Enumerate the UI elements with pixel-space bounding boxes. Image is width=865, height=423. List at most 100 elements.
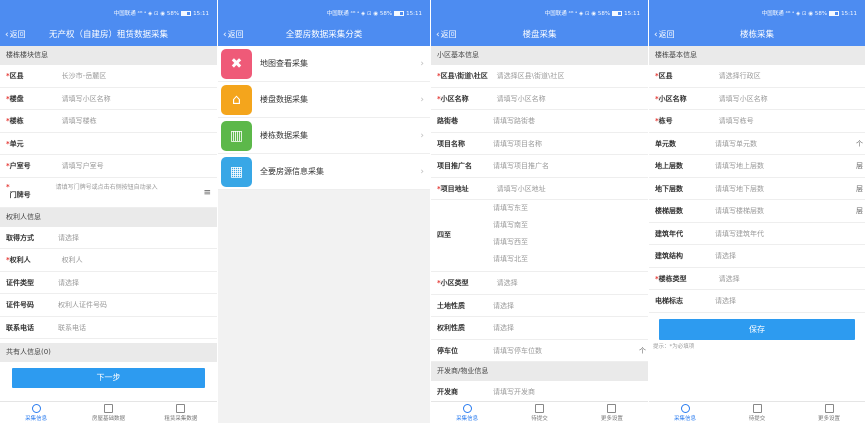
form-row[interactable]: *权利人 权利人 — [0, 249, 217, 272]
unit-label: 层 — [856, 207, 863, 215]
chevron-right-icon: › — [420, 166, 424, 177]
form-row[interactable]: 项目名称 请填写项目名称 — [431, 133, 648, 155]
page-title: 无产权（自建房）租赁数据采集 — [48, 30, 168, 40]
tab-item[interactable]: 房屋基础数据 — [72, 402, 144, 423]
form-row[interactable]: *单元 — [0, 133, 217, 155]
tab-item[interactable]: 租赁采集数据 — [145, 402, 217, 423]
page-title: 楼盘采集 — [522, 30, 557, 40]
section-header: 楼栋基本信息 — [649, 46, 865, 65]
house-icon: ⌂ — [221, 84, 252, 115]
screen-building-collection: 中国联通 ⁴ᴳ ᵃ ◈ ⊡ ◉ 58% 15:11 ‹返回 楼栋采集 楼栋基本信息… — [649, 0, 865, 423]
upload-icon — [607, 404, 617, 413]
form-row[interactable]: 单元数 请填写单元数个 — [649, 133, 865, 155]
form-row[interactable]: *小区名称 请填写小区名称 — [649, 88, 865, 110]
section-header: 小区基本信息 — [431, 46, 648, 65]
tab-item[interactable]: 更多设置 — [793, 402, 865, 423]
unit-label: 层 — [856, 184, 863, 193]
status-bar: 中国联通 ⁴ᴳ ᵃ ◈ ⊡ ◉ 58% 15:11 — [761, 11, 857, 17]
input-east[interactable]: 请填写东至 — [493, 200, 528, 217]
unit-label: 层 — [856, 162, 863, 170]
tab-bar: 采集信息 待提交 更多设置 — [431, 401, 648, 423]
battery-icon — [612, 11, 623, 16]
form-row[interactable]: *楼栋 请填写楼栋 — [0, 110, 217, 133]
unit-label: 个 — [639, 346, 646, 355]
tab-bar: 采集信息 房屋基础数据 租赁采集数据 — [0, 401, 217, 423]
form-row[interactable]: *小区名称 请填写小区名称 — [431, 88, 648, 110]
upload-icon — [824, 404, 834, 413]
form-row[interactable]: 路街巷 请填写路街巷 — [431, 110, 648, 133]
folder-icon — [752, 404, 762, 413]
status-bar: 中国联通 ⁴ᴳ ᵃ ◈ ⊡ ◉ 58% 15:11 — [113, 11, 209, 17]
form-row[interactable]: *小区类型 请选择 — [431, 272, 648, 295]
form-row[interactable]: 地上层数 请填写地上层数层 — [649, 155, 865, 178]
header: 中国联通 ⁴ᴳ ᵃ ◈ ⊡ ◉ 58% 15:11 ‹返回 全要房数据采集分类 — [218, 0, 430, 46]
form-row[interactable]: *项目地址 请填写小区地址 — [431, 178, 648, 200]
input-south[interactable]: 请填写南至 — [493, 217, 528, 234]
category-item[interactable]: ▥ 楼栋数据采集 › — [218, 118, 430, 154]
tab-bar: 采集信息 待提交 更多设置 — [649, 401, 865, 423]
form-row[interactable]: 土地性质 请选择 — [431, 295, 648, 317]
tab-item[interactable]: 更多设置 — [576, 402, 648, 423]
form-row[interactable]: 证件类型 请选择 — [0, 272, 217, 294]
required-hint: 提示：*为必填项 — [653, 343, 695, 350]
form-row[interactable]: 楼梯层数 请填写楼梯层数层 — [649, 200, 865, 223]
section-header: 共有人信息(0) — [0, 343, 217, 362]
info-icon — [680, 404, 690, 413]
form-row[interactable]: 地下层数 请填写地下层数层 — [649, 178, 865, 200]
menu-icon[interactable]: ≡ — [203, 187, 211, 199]
form-row[interactable]: *区县 长沙市-岳麓区 — [0, 65, 217, 88]
map-view-icon: ✖ — [221, 48, 252, 79]
tab-item[interactable]: 待提交 — [503, 402, 575, 423]
form-row[interactable]: *区县 请选择行政区 — [649, 65, 865, 88]
form-row[interactable]: 建筑结构 请选择 — [649, 245, 865, 268]
tab-item[interactable]: 采集信息 — [649, 402, 721, 423]
header: 中国联通 ⁴ᴳ ᵃ ◈ ⊡ ◉ 58% 15:11 ‹返回 楼盘采集 — [431, 0, 648, 46]
app-screens: 中国联通 ⁴ᴳ ᵃ ◈ ⊡ ◉ 58% 15:11 ‹返回 无产权（自建房）租赁数… — [0, 0, 865, 423]
screen-rental-collection: 中国联通 ⁴ᴳ ᵃ ◈ ⊡ ◉ 58% 15:11 ‹返回 无产权（自建房）租赁数… — [0, 0, 217, 423]
category-item[interactable]: ⌂ 楼盘数据采集 › — [218, 82, 430, 118]
page-title: 楼栋采集 — [739, 30, 774, 40]
form-row[interactable]: *楼栋类型 请选择 — [649, 268, 865, 290]
form-row[interactable]: 取得方式 请选择 — [0, 227, 217, 249]
save-button[interactable]: 保存 — [659, 318, 855, 340]
input-north[interactable]: 请填写北至 — [493, 251, 528, 268]
tab-item[interactable]: 采集信息 — [431, 402, 503, 423]
tab-item[interactable]: 待提交 — [721, 402, 793, 423]
folder-icon — [103, 404, 113, 413]
battery-icon — [394, 11, 405, 16]
battery-icon — [181, 11, 192, 16]
category-item[interactable]: ▦ 全要房源信息采集 › — [218, 154, 430, 190]
form-row[interactable]: 联系电话 联系电话 — [0, 317, 217, 339]
info-icon — [31, 404, 41, 413]
tab-item[interactable]: 采集信息 — [0, 402, 72, 423]
category-item[interactable]: ✖ 地图查看采集 › — [218, 46, 430, 82]
form-row[interactable]: *楼盘 请填写小区名称 — [0, 88, 217, 110]
battery-icon — [829, 11, 840, 16]
screen-estate-collection: 中国联通 ⁴ᴳ ᵃ ◈ ⊡ ◉ 58% 15:11 ‹返回 楼盘采集 小区基本信息… — [431, 0, 648, 423]
chevron-right-icon: › — [420, 130, 424, 141]
input-west[interactable]: 请填写西至 — [493, 234, 528, 251]
form-row[interactable]: 建筑年代 请填写建筑年代 — [649, 223, 865, 245]
chevron-right-icon: › — [420, 94, 424, 105]
form-row[interactable]: 电梯标志 请选择 — [649, 290, 865, 313]
upload-icon — [176, 404, 186, 413]
screen-category: 中国联通 ⁴ᴳ ᵃ ◈ ⊡ ◉ 58% 15:11 ‹返回 全要房数据采集分类 ✖… — [218, 0, 430, 423]
page-title: 全要房数据采集分类 — [285, 30, 363, 40]
folder-icon — [534, 404, 544, 413]
form-row[interactable]: 权利性质 请选择 — [431, 317, 648, 340]
form-row[interactable]: *栋号 请填写栋号 — [649, 110, 865, 133]
status-bar: 中国联通 ⁴ᴳ ᵃ ◈ ⊡ ◉ 58% 15:11 — [544, 11, 640, 17]
form-row[interactable]: *区县\街道\社区 请选择区县\街道\社区 — [431, 65, 648, 88]
building-icon: ▦ — [221, 156, 252, 187]
next-button[interactable]: 下一步 — [12, 368, 205, 388]
form-row[interactable]: 证件号码 权利人证件号码 — [0, 294, 217, 317]
form-row[interactable]: 停车位 请填写停车位数个 — [431, 340, 648, 362]
header: 中国联通 ⁴ᴳ ᵃ ◈ ⊡ ◉ 58% 15:11 ‹返回 无产权（自建房）租赁数… — [0, 0, 217, 46]
form-row-boundaries: 四至 请填写东至 请填写南至 请填写西至 请填写北至 — [431, 200, 648, 272]
form-row[interactable]: *户室号 请填写户室号 — [0, 155, 217, 178]
form-row[interactable]: 项目推广名 请填写项目推广名 — [431, 155, 648, 178]
form-row-door[interactable]: *门牌号请填写门牌号或点击右侧按钮自动录入 ≡ — [0, 178, 217, 208]
section-header: 楼栋楼块信息 — [0, 46, 217, 65]
section-header: 开发商/物业信息 — [431, 362, 648, 381]
section-header: 权利人信息 — [0, 207, 217, 227]
